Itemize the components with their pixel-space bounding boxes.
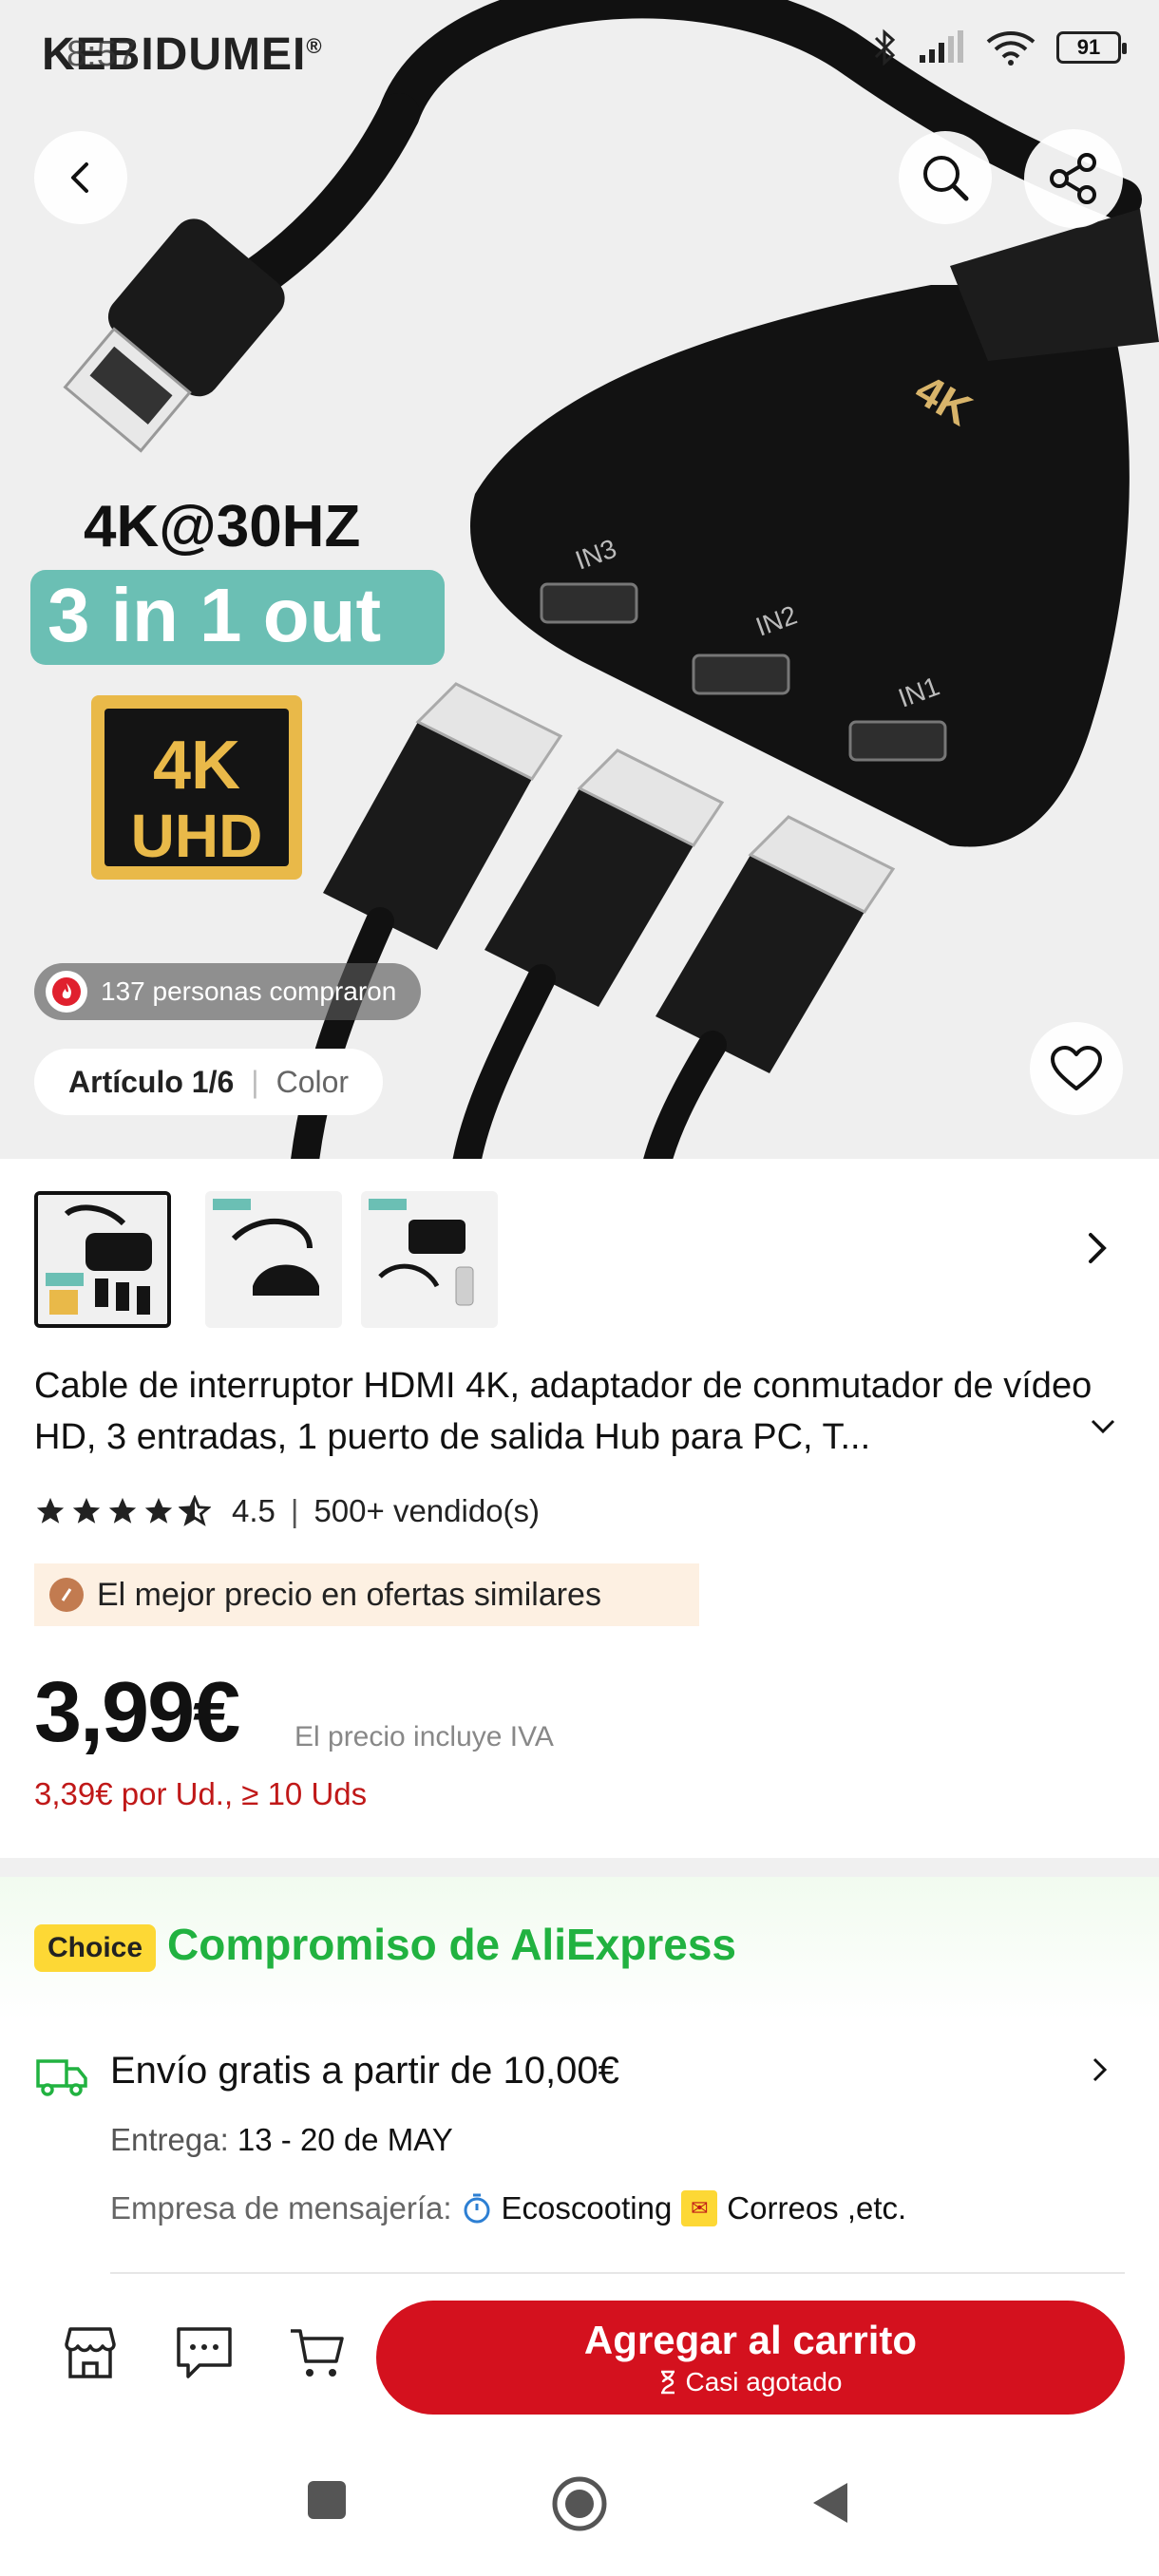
share-icon bbox=[1050, 153, 1096, 204]
choice-commitment-banner: Choice Compromiso de AliExpress bbox=[0, 1877, 1159, 2019]
wifi-icon bbox=[986, 31, 1036, 66]
thumbnail-strip bbox=[0, 1168, 1159, 1328]
star-icon bbox=[144, 1497, 173, 1524]
correos-logo-icon: ✉ bbox=[681, 2190, 718, 2226]
bluetooth-icon bbox=[874, 28, 896, 66]
promo-uhd: UHD bbox=[131, 802, 263, 870]
star-icon bbox=[72, 1497, 101, 1524]
star-half-icon bbox=[179, 1495, 211, 1526]
bulk-price: 3,39€ por Ud., ≥ 10 Uds bbox=[34, 1776, 368, 1811]
heart-icon bbox=[1051, 1046, 1102, 1090]
title-expand-button[interactable] bbox=[1089, 1417, 1117, 1441]
rating-row[interactable]: 4.5 | 500+ vendido(s) bbox=[34, 1493, 540, 1529]
battery-indicator: 91 bbox=[1056, 31, 1127, 64]
row-divider bbox=[110, 2272, 1125, 2274]
chevron-left-icon bbox=[71, 162, 88, 193]
thumbnail-2[interactable] bbox=[205, 1191, 342, 1328]
delivery-dates: 13 - 20 de MAY bbox=[237, 2122, 453, 2157]
shipping-details-button[interactable] bbox=[1089, 2054, 1112, 2091]
promo-3in1out: 3 in 1 out bbox=[48, 573, 381, 657]
add-to-cart-label: Agregar al carrito bbox=[583, 2318, 918, 2362]
article-index: Artículo 1/6 bbox=[68, 1064, 235, 1099]
bottom-action-bar: Agregar al carrito Casi agotado bbox=[0, 2280, 1159, 2432]
price-tag-icon bbox=[49, 1578, 84, 1612]
cart-icon bbox=[291, 2329, 344, 2377]
home-button[interactable] bbox=[551, 2475, 608, 2537]
product-title: Cable de interruptor HDMI 4K, adaptador … bbox=[34, 1366, 1092, 1457]
search-icon bbox=[923, 156, 969, 201]
store-button[interactable] bbox=[59, 2323, 122, 2387]
status-bar: KEBIDUMEI® 8:57 91 bbox=[0, 0, 1159, 104]
back-button[interactable] bbox=[34, 131, 127, 224]
recent-apps-button[interactable] bbox=[306, 2479, 348, 2526]
chat-button[interactable] bbox=[173, 2323, 236, 2387]
delivery-estimate: Entrega: 13 - 20 de MAY bbox=[110, 2122, 453, 2158]
thumbnail-3[interactable] bbox=[361, 1191, 498, 1328]
section-divider bbox=[0, 1858, 1159, 1877]
promo-4k-30hz: 4K@30HZ bbox=[84, 494, 360, 559]
status-time: 8:57 bbox=[66, 34, 137, 74]
article-attribute: Color bbox=[276, 1064, 350, 1099]
rating-value: 4.5 bbox=[232, 1493, 276, 1528]
rating-separator: | bbox=[290, 1493, 299, 1528]
vat-note: El precio incluye IVA bbox=[294, 1721, 554, 1752]
courier-info: Empresa de mensajería: Ecoscooting ✉ Cor… bbox=[110, 2190, 906, 2226]
thumbnail-image bbox=[205, 1191, 342, 1328]
wishlist-button[interactable] bbox=[1030, 1022, 1123, 1115]
choice-badge: Choice bbox=[34, 1924, 157, 1972]
thumbnail-image bbox=[361, 1191, 498, 1328]
hourglass-icon bbox=[661, 2370, 675, 2395]
product-price: 3,99€ bbox=[34, 1665, 240, 1760]
star-rating bbox=[34, 1495, 211, 1527]
stock-note-text: Casi agotado bbox=[685, 2367, 843, 2396]
share-button[interactable] bbox=[1024, 129, 1123, 228]
thumbnail-1[interactable] bbox=[34, 1191, 171, 1328]
system-navigation-bar bbox=[0, 2432, 1159, 2576]
product-image-gallery[interactable]: 4K IN3 IN2 IN1 4K@30HZ 3 in 1 out 4K UHD… bbox=[0, 0, 1159, 1159]
courier-label: Empresa de mensajería: bbox=[110, 2190, 452, 2226]
chevron-right-icon bbox=[1092, 2057, 1108, 2082]
delivery-truck-icon bbox=[36, 2059, 87, 2096]
home-circle-icon bbox=[552, 2476, 607, 2531]
add-to-cart-button[interactable]: Agregar al carrito Casi agotado bbox=[376, 2301, 1125, 2415]
triangle-back-icon bbox=[813, 2483, 847, 2523]
sold-count: 500+ vendido(s) bbox=[314, 1493, 541, 1528]
cart-button[interactable] bbox=[287, 2323, 348, 2387]
buyers-count-badge: 137 personas compraron bbox=[34, 963, 422, 1020]
store-icon bbox=[65, 2327, 116, 2378]
promo-4k: 4K bbox=[153, 728, 240, 804]
shipping-title: Envío gratis a partir de 10,00€ bbox=[110, 2050, 619, 2092]
thumbnail-next-button[interactable] bbox=[1083, 1229, 1112, 1272]
signal-icon bbox=[920, 30, 963, 63]
chat-icon bbox=[177, 2327, 232, 2378]
stopwatch-icon bbox=[464, 2193, 490, 2224]
article-variant-selector[interactable]: Artículo 1/6 | Color bbox=[34, 1049, 384, 1115]
best-price-badge: El mejor precio en ofertas similares bbox=[34, 1563, 699, 1626]
search-button[interactable] bbox=[899, 131, 992, 224]
star-icon bbox=[108, 1497, 137, 1524]
flame-icon bbox=[46, 971, 87, 1013]
chevron-down-icon bbox=[1091, 1419, 1115, 1434]
best-price-text: El mejor precio en ofertas similares bbox=[97, 1576, 601, 1613]
delivery-label: Entrega: bbox=[110, 2122, 229, 2157]
chevron-right-icon bbox=[1089, 1233, 1107, 1263]
square-icon bbox=[308, 2481, 346, 2519]
courier-correos: Correos ,etc. bbox=[727, 2190, 907, 2226]
stock-note: Casi agotado bbox=[658, 2367, 843, 2397]
star-icon bbox=[36, 1497, 65, 1524]
choice-title: Compromiso de AliExpress bbox=[167, 1920, 737, 1969]
courier-ecoscooting: Ecoscooting bbox=[501, 2190, 673, 2226]
article-separator: | bbox=[251, 1064, 259, 1099]
system-back-button[interactable] bbox=[809, 2479, 851, 2531]
thumbnail-image bbox=[38, 1195, 167, 1324]
buyers-count-text: 137 personas compraron bbox=[101, 976, 397, 1006]
